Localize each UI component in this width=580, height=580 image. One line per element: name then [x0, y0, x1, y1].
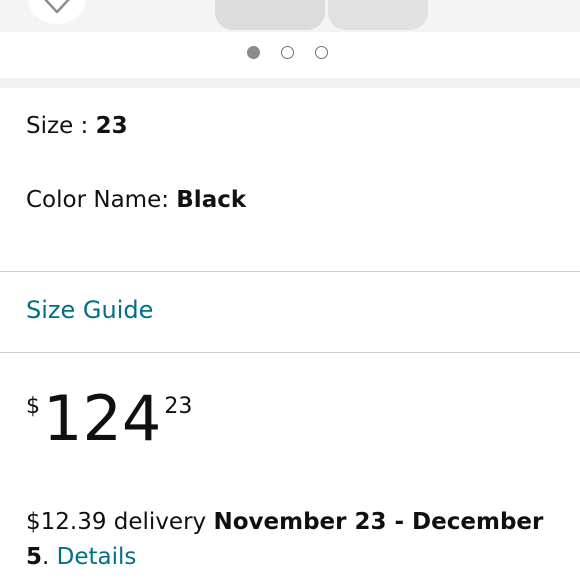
delivery-dates-end: 5	[26, 544, 43, 570]
price-currency-symbol: $	[26, 394, 40, 419]
delivery-separator: .	[42, 544, 57, 570]
price-whole: 124	[43, 382, 162, 455]
delivery-dates: November 23 - December	[213, 509, 544, 535]
carousel-indicator-area	[0, 32, 580, 78]
size-value: 23	[95, 113, 128, 139]
product-image-carousel[interactable]	[0, 0, 580, 32]
delivery-fee: $12.39 delivery	[26, 509, 214, 535]
carousel-dots	[247, 46, 349, 59]
price: $ 124 23	[26, 384, 192, 454]
product-image-secondary	[328, 0, 428, 30]
carousel-dot-3[interactable]	[315, 46, 328, 59]
divider	[0, 352, 580, 353]
size-guide-link[interactable]: Size Guide	[26, 296, 153, 324]
color-label: Color Name:	[26, 187, 177, 213]
section-separator	[0, 78, 580, 88]
carousel-dot-1[interactable]	[247, 46, 260, 59]
size-selection: Size : 23	[26, 113, 128, 139]
size-label: Size :	[26, 113, 96, 139]
delivery-message: $12.39 delivery November 23 - December 5.…	[26, 505, 566, 575]
carousel-dot-2[interactable]	[281, 46, 294, 59]
wishlist-button[interactable]	[28, 0, 86, 24]
product-image	[215, 0, 325, 30]
product-detail-page: Size : 23 Color Name: Black Size Guide $…	[0, 0, 580, 580]
color-selection: Color Name: Black	[26, 187, 246, 213]
heart-icon	[44, 0, 70, 14]
color-value: Black	[176, 187, 247, 213]
price-fraction: 23	[164, 394, 193, 419]
details-link[interactable]: Details	[57, 544, 137, 570]
divider	[0, 271, 580, 272]
